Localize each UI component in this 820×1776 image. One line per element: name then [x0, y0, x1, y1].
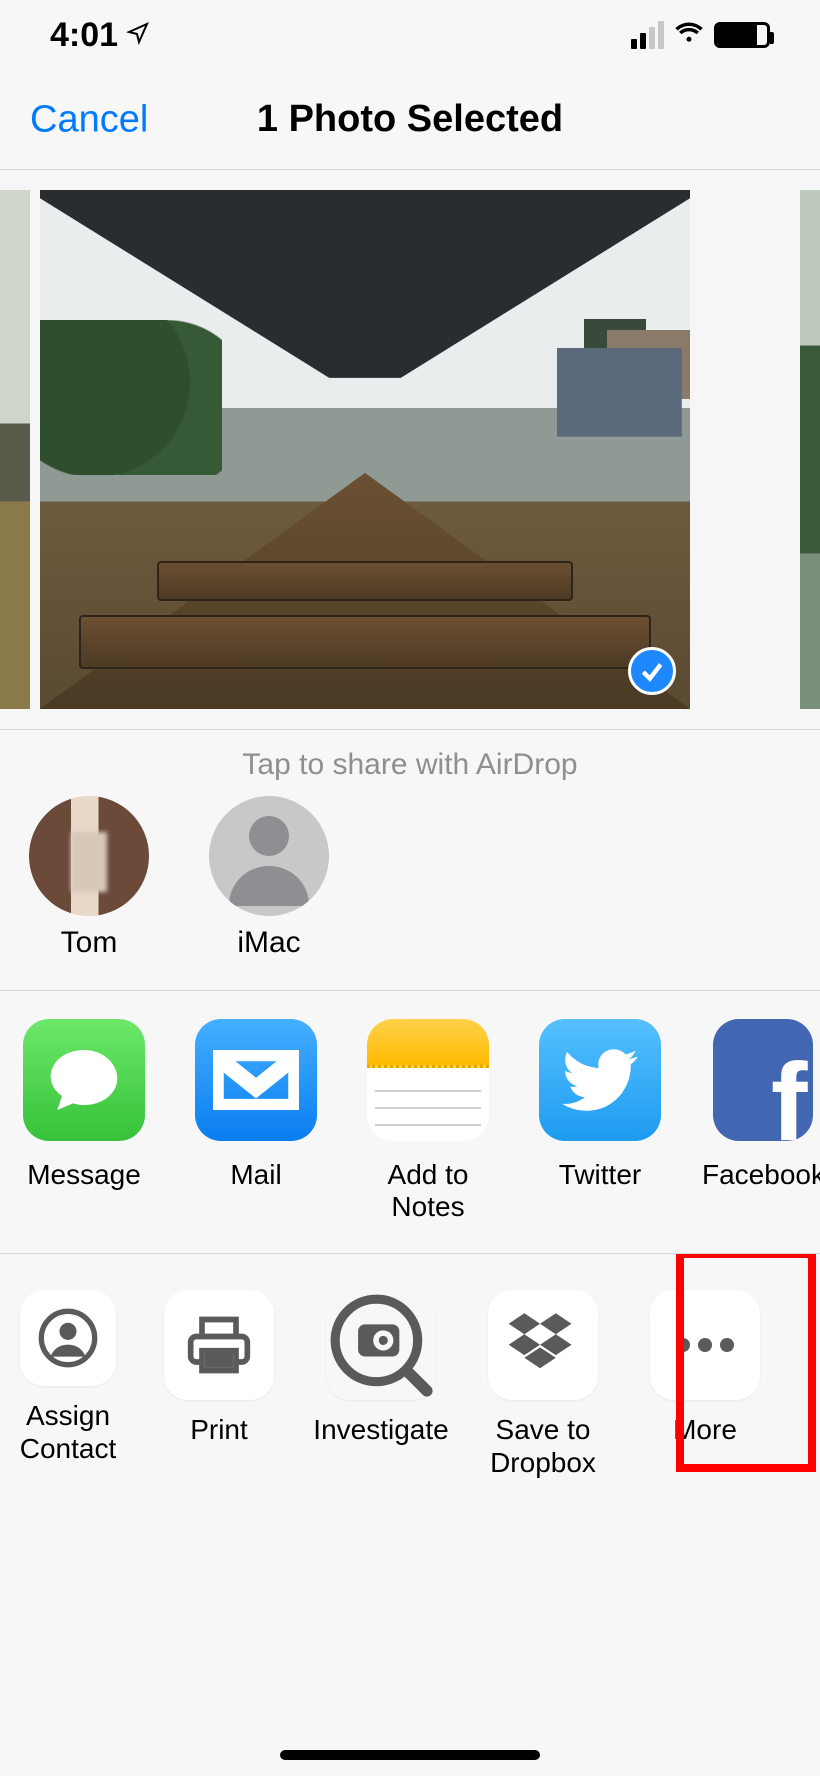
airdrop-section: Tap to share with AirDrop Tom iMac [0, 730, 820, 991]
status-time: 4:01 [50, 16, 118, 55]
avatar-placeholder-icon [209, 796, 329, 916]
page-title: 1 Photo Selected [257, 98, 563, 141]
message-icon [23, 1019, 145, 1141]
dropbox-icon [488, 1290, 598, 1400]
wifi-icon [674, 20, 704, 51]
twitter-icon [539, 1019, 661, 1141]
facebook-icon: f [713, 1019, 813, 1141]
action-print[interactable]: Print [154, 1290, 284, 1478]
cancel-button[interactable]: Cancel [30, 98, 148, 141]
action-label: More [673, 1414, 737, 1446]
home-indicator[interactable] [280, 1750, 540, 1760]
action-assign-contact[interactable]: Assign Contact [14, 1290, 122, 1478]
airdrop-label: Tom [61, 926, 118, 960]
selected-check-icon [628, 647, 676, 695]
photo-content [40, 190, 690, 709]
action-save-dropbox[interactable]: Save to Dropbox [478, 1290, 608, 1478]
share-app-twitter[interactable]: Twitter [530, 1019, 670, 1223]
location-icon [126, 21, 150, 50]
battery-icon [714, 22, 770, 48]
share-label: Twitter [559, 1159, 641, 1191]
airdrop-prompt: Tap to share with AirDrop [0, 742, 820, 796]
action-investigate[interactable]: Investigate [316, 1290, 446, 1478]
status-bar: 4:01 [0, 0, 820, 70]
share-label: Message [27, 1159, 141, 1191]
share-label: Add to Notes [358, 1159, 498, 1223]
share-label: Facebook [702, 1159, 820, 1191]
investigate-icon [326, 1290, 436, 1400]
avatar [29, 796, 149, 916]
share-app-facebook[interactable]: f Facebook [702, 1019, 820, 1223]
action-label: Save to Dropbox [478, 1414, 608, 1478]
photo-thumb-prev[interactable] [0, 190, 30, 709]
notes-icon [367, 1019, 489, 1141]
photo-strip[interactable] [0, 170, 820, 730]
more-icon [650, 1290, 760, 1400]
action-label: Print [190, 1414, 248, 1446]
mail-icon [195, 1019, 317, 1141]
photo-thumb-selected[interactable] [40, 190, 690, 709]
share-app-notes[interactable]: Add to Notes [358, 1019, 498, 1223]
airdrop-label: iMac [237, 926, 300, 960]
airdrop-target-tom[interactable]: Tom [14, 796, 164, 960]
share-app-mail[interactable]: Mail [186, 1019, 326, 1223]
share-app-message[interactable]: Message [14, 1019, 154, 1223]
cellular-icon [631, 21, 664, 49]
share-apps-row[interactable]: Message Mail Add to Notes Twitter f Face… [0, 991, 820, 1254]
action-more[interactable]: More [640, 1290, 770, 1478]
share-actions-row[interactable]: Assign Contact Print Investigate Save to… [0, 1254, 820, 1508]
print-icon [164, 1290, 274, 1400]
airdrop-target-imac[interactable]: iMac [194, 796, 344, 960]
nav-bar: Cancel 1 Photo Selected [0, 70, 820, 170]
share-label: Mail [230, 1159, 281, 1191]
photo-thumb-next[interactable] [800, 190, 820, 709]
action-label: Assign Contact [14, 1400, 122, 1464]
contact-icon [20, 1290, 116, 1386]
action-label: Investigate [313, 1414, 448, 1446]
